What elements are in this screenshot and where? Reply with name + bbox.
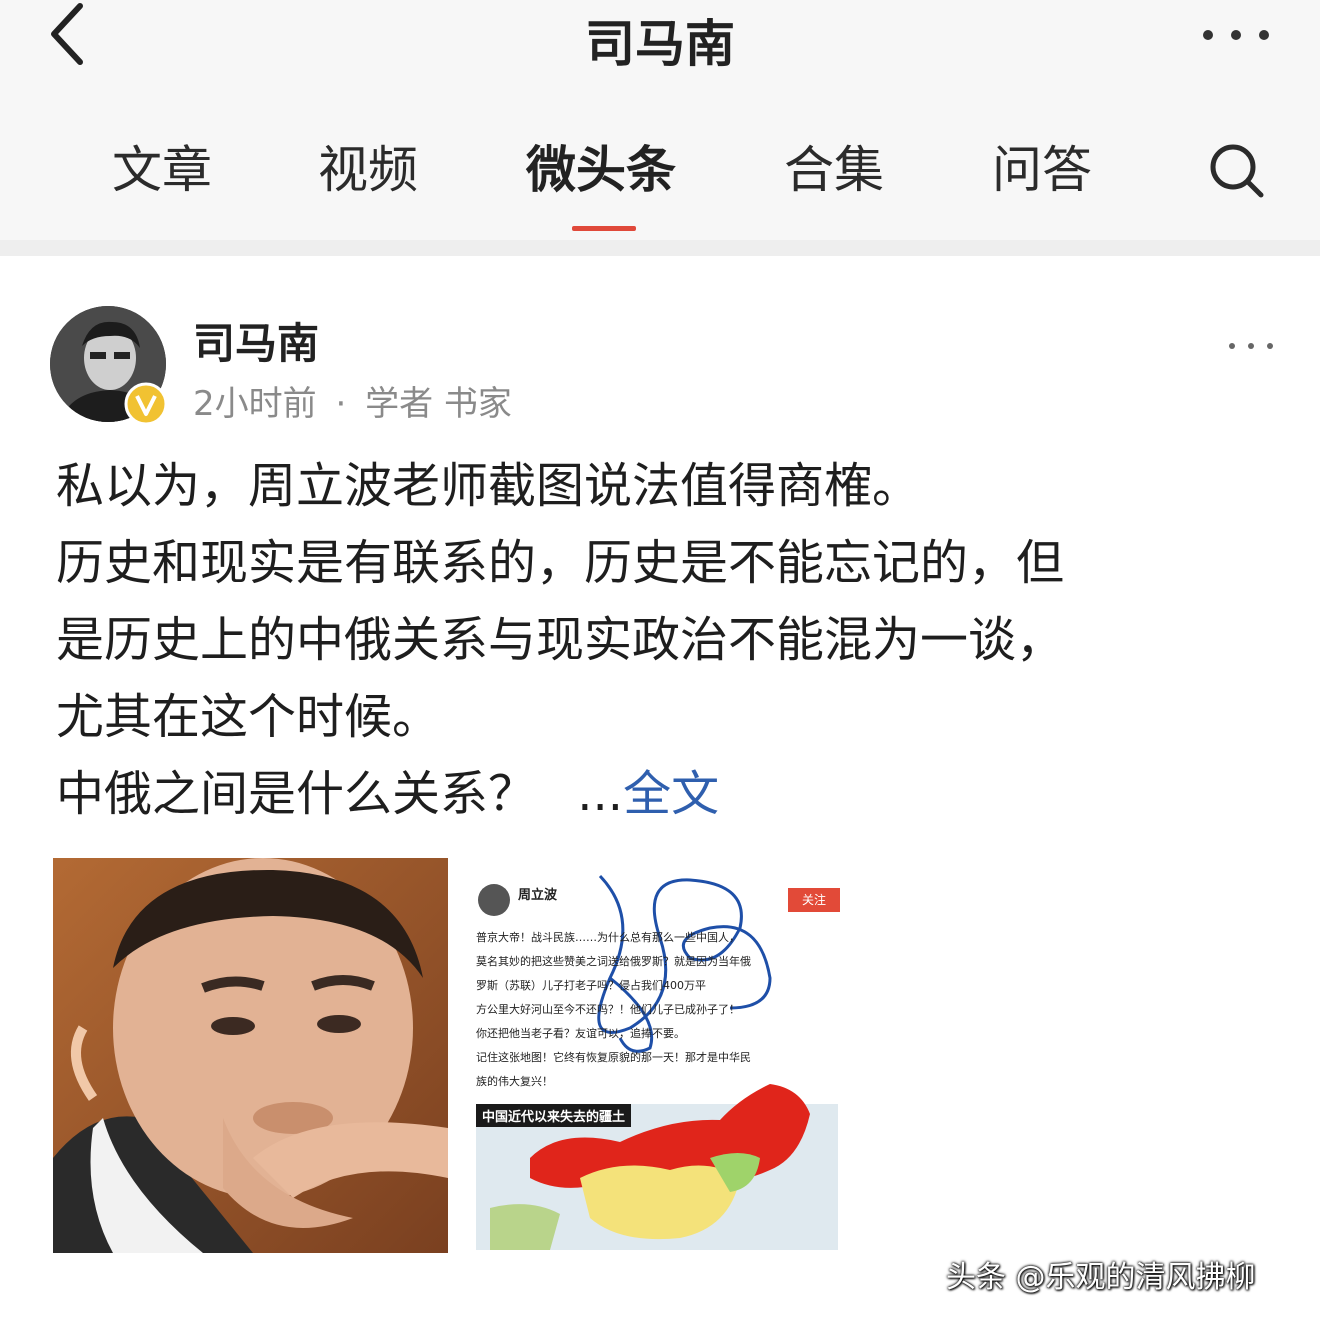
screenshot-line: 记住这张地图！它终有恢复原貌的那一天！那才是中华民: [476, 1051, 751, 1064]
post-image-photo[interactable]: [53, 858, 448, 1253]
full-text-link[interactable]: 全文: [623, 766, 719, 822]
verified-badge-icon: [124, 382, 168, 426]
map-title: 中国近代以来失去的疆土: [476, 1104, 632, 1127]
post-image-screenshot[interactable]: 周立波 关注 普京大帝！战斗民族……为什么总有那么一些中国人， 莫名其妙的把这些…: [470, 858, 850, 1253]
screenshot-follow-badge: 关注: [801, 893, 826, 907]
active-tab-indicator: [572, 226, 636, 231]
post-line: 历史和现实是有联系的，历史是不能忘记的，但: [56, 535, 1065, 591]
post-line: 私以为，周立波老师截图说法值得商榷。: [56, 458, 921, 514]
tab-micro-headlines[interactable]: 微头条: [526, 130, 676, 202]
screenshot-author: 周立波: [518, 888, 558, 903]
post-line: 是历史上的中俄关系与现实政治不能混为一谈，: [56, 612, 1065, 668]
screenshot-line: 族的伟大复兴！: [476, 1075, 553, 1088]
post-body: 私以为，周立波老师截图说法值得商榷。 历史和现实是有联系的，历史是不能忘记的，但…: [56, 448, 1276, 833]
tab-qa[interactable]: 问答: [992, 130, 1092, 202]
screenshot-line: 普京大帝！战斗民族……为什么总有那么一些中国人，: [476, 931, 740, 944]
page-title: 司马南: [585, 15, 735, 73]
post-time: 2小时前: [193, 384, 317, 424]
post-more-icon[interactable]: [1226, 336, 1276, 356]
post-author[interactable]: 司马南: [193, 310, 319, 371]
more-horizontal-icon[interactable]: [1196, 20, 1276, 50]
ellipsis: ...: [577, 766, 624, 822]
search-icon[interactable]: [1206, 140, 1266, 200]
post-line: 中俄之间是什么关系？: [56, 766, 537, 822]
screenshot-line: 方公里大好河山至今不还吗？！他们儿子已成孙子了！: [476, 1003, 740, 1016]
screenshot-line: 莫名其妙的把这些赞美之词送给俄罗斯？就是因为当年俄: [476, 955, 751, 968]
tab-articles[interactable]: 文章: [112, 130, 212, 202]
tab-videos[interactable]: 视频: [318, 130, 418, 202]
meta-separator: ·: [335, 384, 347, 424]
post-line-last: 中俄之间是什么关系？ ...全文: [56, 756, 1276, 833]
screenshot-line: 罗斯（苏联）儿子打老子吗？侵占我们400万平: [476, 979, 706, 992]
screenshot-line: 你还把他当老子看？友谊可以，追捧不要。: [476, 1027, 685, 1040]
post-line: 尤其在这个时候。: [56, 689, 441, 745]
watermark: 头条 @乐观的清风拂柳: [946, 1260, 1256, 1295]
top-bar: 司马南 文章 视频 微头条 合集 问答: [0, 0, 1320, 240]
screenshot-text: 普京大帝！战斗民族……为什么总有那么一些中国人， 莫名其妙的把这些赞美之词送给俄…: [476, 926, 846, 1094]
section-divider: [0, 240, 1320, 256]
tab-collections[interactable]: 合集: [784, 130, 884, 202]
post-meta: 2小时前 · 学者 书家: [193, 376, 512, 425]
author-role: 学者 书家: [365, 384, 512, 424]
tab-bar: 文章 视频 微头条 合集 问答: [0, 130, 1320, 210]
